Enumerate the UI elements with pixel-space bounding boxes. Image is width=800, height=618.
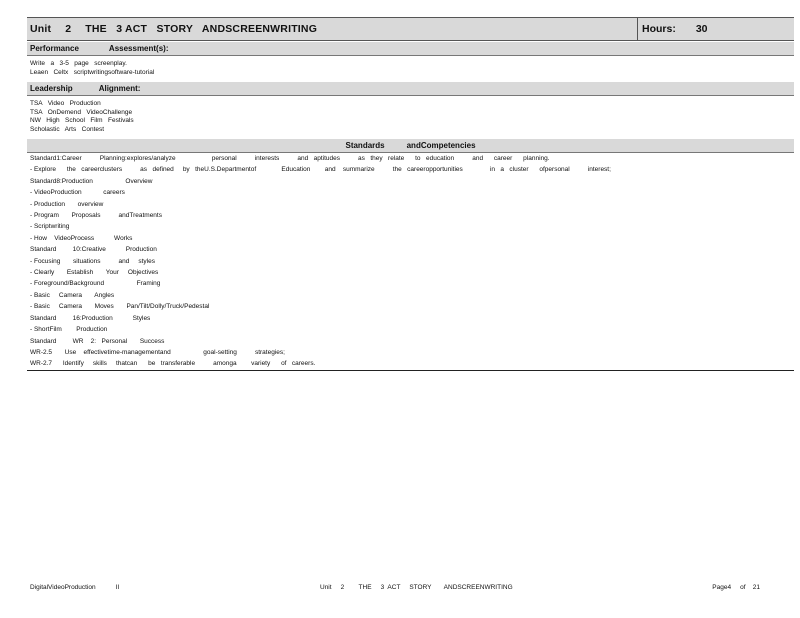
unit-label: Unit bbox=[30, 23, 52, 35]
performance-line: Leaen Celtx scriptwritingsoftware-tutori… bbox=[30, 68, 155, 76]
standard-line: - Program Proposals andTreatments bbox=[30, 212, 162, 220]
performance-line: Write a 3-5 page screenplay. bbox=[30, 60, 127, 67]
footer-unit-title: Unit 2 THE 3 ACT STORY ANDSCREENWRITING bbox=[320, 584, 513, 591]
standard-line: WR-2.7 Identify skills thatcan be transf… bbox=[30, 360, 316, 368]
leadership-line: NW High School Film Festivals bbox=[30, 117, 134, 124]
performance-assessment-body: Write a 3-5 page screenplay. Leaen Celtx… bbox=[27, 56, 794, 81]
standards-body: Standard1:Career Planning:explores/analy… bbox=[27, 153, 794, 371]
leadership-line: TSA OnDemend VideoChallenge bbox=[30, 108, 133, 116]
unit-number: 2 bbox=[65, 23, 72, 35]
unit-title-row: Unit 2 THE 3 ACT STORY ANDSCREENWRITING … bbox=[27, 17, 794, 41]
leadership-label: Leadership bbox=[30, 84, 73, 93]
standard-line: - Focusing situations and styles bbox=[30, 257, 155, 265]
standard-line: Standard8:Production Overview bbox=[30, 177, 153, 185]
hours-label: Hours: bbox=[642, 23, 676, 35]
performance-assessment-header: Performance Assessment(s): bbox=[27, 42, 794, 56]
standard-line: - Foreground/Background Framing bbox=[30, 280, 161, 288]
leadership-line: TSA Video Production bbox=[30, 100, 101, 107]
competencies-label: andCompetencies bbox=[406, 141, 476, 150]
hours-value: 30 bbox=[695, 23, 708, 35]
standard-line: - Production overview bbox=[30, 200, 104, 208]
standard-line: - Basic Camera Angles bbox=[30, 291, 115, 299]
unit-title: Unit 2 THE 3 ACT STORY ANDSCREENWRITING bbox=[27, 23, 637, 35]
standard-line: Standard1:Career Planning:explores/analy… bbox=[30, 155, 550, 162]
unit-name: THE 3 ACT STORY ANDSCREENWRITING bbox=[85, 23, 318, 35]
standard-line: Standard WR 2: Personal Success bbox=[30, 337, 165, 345]
standard-line: - Explore the careerclusters as defined … bbox=[30, 166, 611, 174]
standard-line: - How VideoProcess Works bbox=[30, 234, 133, 242]
hours-cell: Hours: 30 bbox=[637, 18, 794, 40]
standard-line: WR-2.5 Use effectivetime-managementand g… bbox=[30, 348, 285, 356]
standard-line: - Scriptwriting bbox=[30, 223, 70, 231]
leadership-alignment-body: TSA Video Production TSA OnDemend VideoC… bbox=[27, 96, 794, 138]
standard-line: Standard 16:Production Styles bbox=[30, 314, 151, 322]
footer-course: DigitalVideoProduction II bbox=[30, 584, 120, 591]
curriculum-document: Unit 2 THE 3 ACT STORY ANDSCREENWRITING … bbox=[27, 17, 794, 371]
standard-line: - Basic Camera Moves Pan/Tilt/Dolly/Truc… bbox=[30, 303, 210, 311]
standard-line: - ShortFilm Production bbox=[30, 326, 108, 334]
alignment-label: Alignment: bbox=[98, 84, 141, 93]
standard-line: Standard 10:Creative Production bbox=[30, 246, 157, 254]
page-footer: DigitalVideoProduction II Unit 2 THE 3 A… bbox=[30, 584, 760, 591]
performance-label: Performance bbox=[30, 44, 79, 53]
leadership-alignment-header: Leadership Alignment: bbox=[27, 82, 794, 96]
assessment-label: Assessment(s): bbox=[108, 44, 169, 53]
standard-line: - Clearly Establish Your Objectives bbox=[30, 269, 159, 277]
leadership-line: Scholastic Arts Contest bbox=[30, 125, 105, 133]
footer-page-number: Page4 of 21 bbox=[712, 584, 760, 591]
standard-line: - VideoProduction careers bbox=[30, 189, 125, 197]
standards-header: Standards andCompetencies bbox=[27, 139, 794, 153]
standards-label: Standards bbox=[345, 141, 385, 150]
